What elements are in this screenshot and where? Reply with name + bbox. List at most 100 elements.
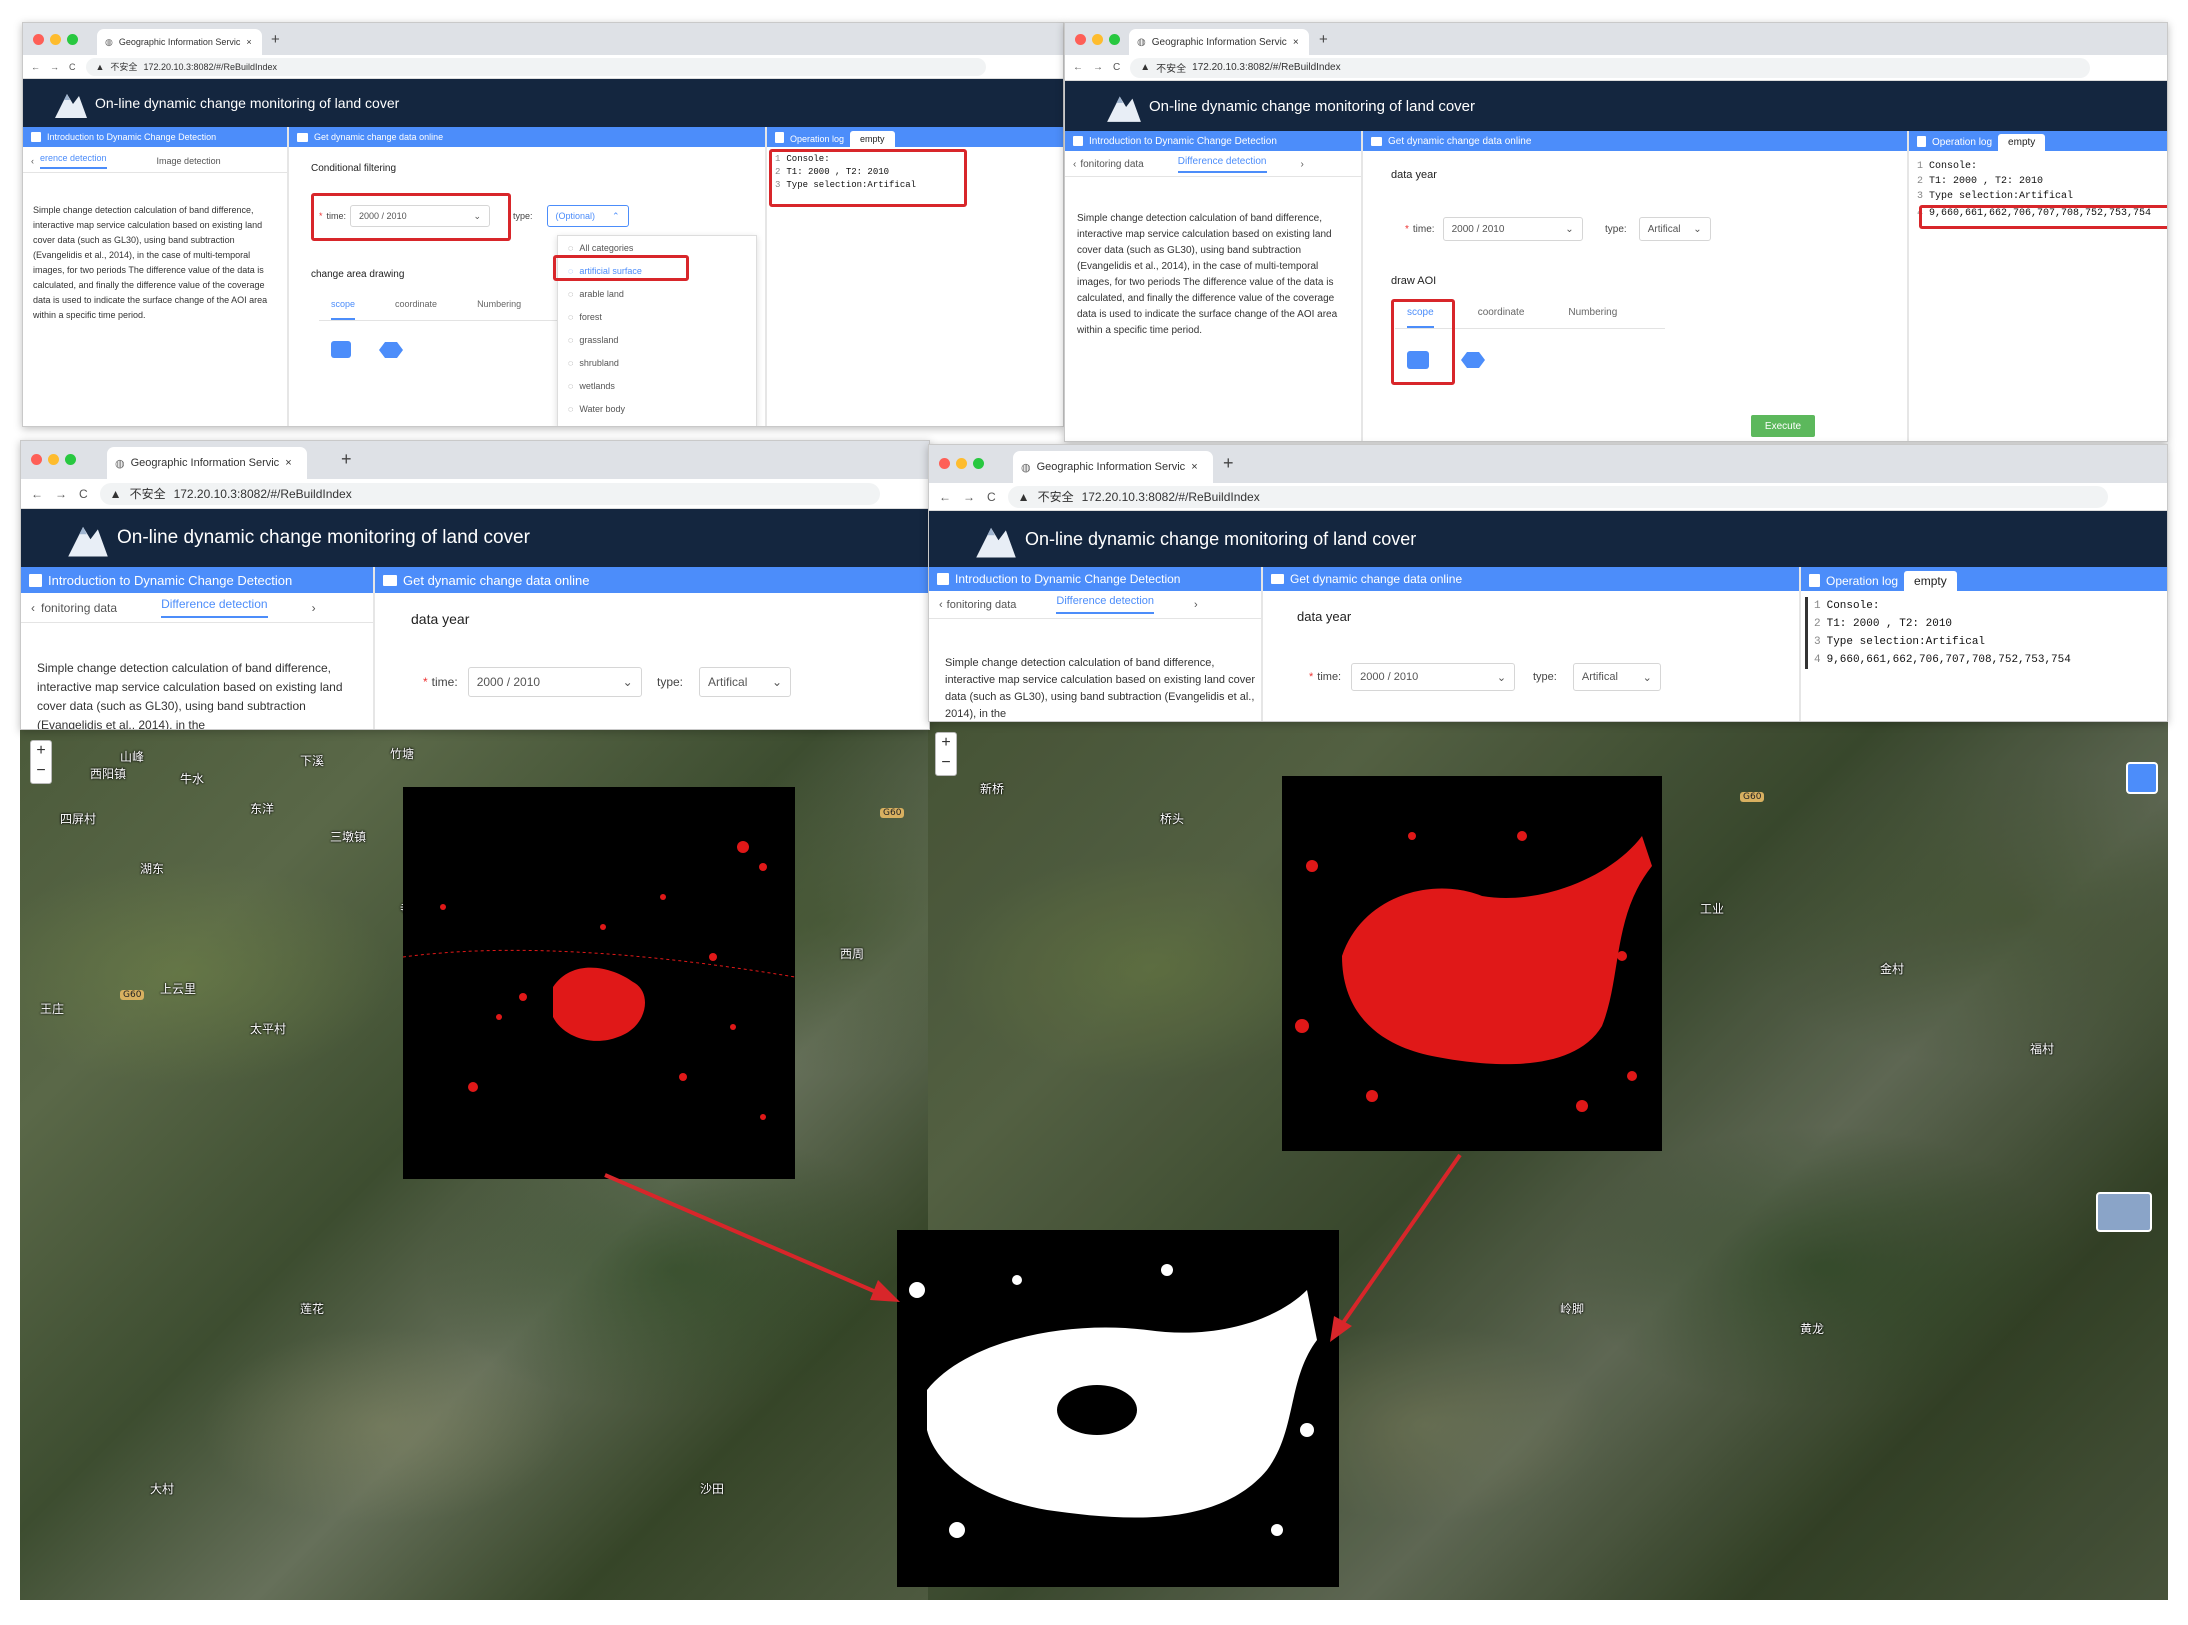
- tag-icon: ◌: [568, 357, 574, 368]
- tab-numbering[interactable]: Numbering: [1568, 307, 1617, 328]
- dropdown-option[interactable]: ◌tundra: [558, 420, 756, 426]
- type-select[interactable]: Artifical ⌄: [1638, 217, 1711, 241]
- close-tab-icon[interactable]: ×: [1293, 37, 1299, 48]
- zoom-in-icon[interactable]: +: [31, 741, 51, 761]
- url-field[interactable]: ▲ 不安全 172.20.10.3:8082/#/ReBuildIndex: [1130, 57, 2091, 78]
- dropdown-option[interactable]: ◌ wetlands: [558, 374, 756, 397]
- back-icon[interactable]: ←: [31, 62, 40, 72]
- forward-icon[interactable]: →: [50, 62, 59, 72]
- intro-description: Simple change detection calculation of b…: [945, 657, 1255, 720]
- intro-subtabs: ‹ fonitoring data Difference detection ›: [21, 593, 373, 623]
- zoom-out-icon[interactable]: −: [936, 753, 956, 773]
- tab-monitoring-data[interactable]: fonitoring data: [947, 599, 1017, 611]
- tab-coordinate[interactable]: coordinate: [1478, 307, 1525, 328]
- prev-tab-icon[interactable]: ‹: [31, 156, 34, 166]
- window-controls[interactable]: [1075, 34, 1120, 45]
- intro-description: Simple change detection calculation of b…: [33, 205, 268, 320]
- empty-button[interactable]: empty: [1904, 571, 1957, 591]
- chevron-down-icon: ⌄: [622, 675, 633, 689]
- globe-icon: ◍: [115, 457, 125, 470]
- grid-icon: [31, 132, 41, 142]
- time-select[interactable]: 2000 / 2010 ⌄: [467, 667, 642, 697]
- close-tab-icon[interactable]: ×: [285, 457, 291, 469]
- type-select[interactable]: Artifical ⌄: [1572, 663, 1661, 691]
- map-place-label: 湖东: [140, 862, 165, 876]
- close-tab-icon[interactable]: ×: [1191, 461, 1197, 473]
- new-tab-button[interactable]: +: [1319, 31, 1328, 48]
- tab-monitoring-data[interactable]: fonitoring data: [1080, 159, 1143, 170]
- browser-tab[interactable]: ◍ Geographic Information Servic ×: [107, 447, 307, 479]
- tab-monitoring-data[interactable]: fonitoring data: [41, 601, 117, 615]
- map-place-label: 西周: [840, 947, 865, 961]
- type-select[interactable]: (Optional) ⌃: [546, 205, 629, 227]
- forward-icon[interactable]: →: [1093, 62, 1103, 73]
- tab-difference-detection[interactable]: erence detection: [40, 153, 107, 169]
- change-area-red: [1295, 831, 1652, 1112]
- layer-switch-icon[interactable]: [2126, 762, 2158, 794]
- back-icon[interactable]: ←: [31, 487, 43, 501]
- reload-icon[interactable]: C: [987, 490, 996, 504]
- dropdown-option[interactable]: ◌ Water body: [558, 397, 756, 420]
- zoom-control-left[interactable]: + −: [30, 740, 52, 784]
- next-tab-icon[interactable]: ›: [312, 601, 316, 615]
- zoom-out-icon[interactable]: −: [31, 761, 51, 781]
- empty-button[interactable]: empty: [1998, 134, 2046, 151]
- window-controls[interactable]: [939, 458, 984, 469]
- intro-description: Simple change detection calculation of b…: [37, 661, 343, 730]
- tab-coordinate[interactable]: coordinate: [395, 299, 437, 320]
- time-select[interactable]: 2000 / 2010 ⌄: [1351, 663, 1516, 691]
- rectangle-draw-icon[interactable]: [331, 341, 351, 358]
- url-field[interactable]: ▲ 不安全 172.20.10.3:8082/#/ReBuildIndex: [85, 57, 986, 76]
- new-tab-button[interactable]: +: [341, 449, 352, 470]
- window-controls[interactable]: [31, 454, 76, 465]
- time-select[interactable]: 2000 / 2010 ⌄: [1442, 217, 1583, 241]
- execute-button[interactable]: Execute: [1751, 415, 1815, 437]
- browser-tab[interactable]: ◍ Geographic Information Servic ×: [97, 29, 262, 55]
- reload-icon[interactable]: C: [1113, 62, 1120, 73]
- browser-window-3: ◍ Geographic Information Servic × + ← → C ▲ 不…: [20, 440, 930, 730]
- browser-tab[interactable]: ◍ Geographic Information Servic ×: [1129, 29, 1309, 55]
- tab-image-detection[interactable]: Image detection: [157, 156, 221, 166]
- back-icon[interactable]: ←: [939, 490, 951, 504]
- url-field[interactable]: ▲ 不安全 172.20.10.3:8082/#/ReBuildIndex: [1007, 485, 2108, 508]
- dropdown-option[interactable]: ◌ arable land: [558, 282, 756, 305]
- grid-icon: [937, 573, 949, 585]
- window-controls[interactable]: [33, 34, 78, 45]
- prev-tab-icon[interactable]: ‹: [939, 599, 943, 611]
- next-tab-icon[interactable]: ›: [1301, 159, 1304, 170]
- url-field[interactable]: ▲ 不安全 172.20.10.3:8082/#/ReBuildIndex: [99, 482, 880, 505]
- polygon-draw-icon[interactable]: [1461, 352, 1485, 368]
- forward-icon[interactable]: →: [963, 490, 975, 504]
- tab-difference-detection[interactable]: Difference detection: [1056, 595, 1155, 614]
- document-icon: [775, 132, 784, 143]
- zoom-control-right[interactable]: + −: [935, 732, 957, 776]
- map-place-label: 竹塘: [390, 747, 415, 761]
- highlight-grid-ids: [1919, 205, 2167, 229]
- panel-divider: [1261, 567, 1263, 721]
- prev-tab-icon[interactable]: ‹: [1073, 159, 1076, 170]
- empty-button[interactable]: empty: [850, 131, 895, 147]
- polygon-draw-icon[interactable]: [379, 342, 403, 358]
- tab-difference-detection[interactable]: Difference detection: [161, 597, 268, 618]
- dropdown-option[interactable]: ◌ shrubland: [558, 351, 756, 374]
- dropdown-option[interactable]: ◌ forest: [558, 305, 756, 328]
- get-data-panel-header: Get dynamic change data online: [1363, 131, 1907, 151]
- reload-icon[interactable]: C: [79, 487, 88, 501]
- prev-tab-icon[interactable]: ‹: [31, 601, 35, 615]
- tab-difference-detection[interactable]: Difference detection: [1177, 156, 1267, 173]
- dropdown-option[interactable]: ◌ grassland: [558, 328, 756, 351]
- back-icon[interactable]: ←: [1073, 62, 1083, 73]
- type-select[interactable]: Artifical ⌄: [699, 667, 792, 697]
- road-shield-label: G60: [120, 990, 145, 1000]
- zoom-in-icon[interactable]: +: [936, 733, 956, 753]
- next-tab-icon[interactable]: ›: [1194, 599, 1198, 611]
- close-tab-icon[interactable]: ×: [246, 37, 251, 47]
- new-tab-button[interactable]: +: [1223, 453, 1234, 474]
- tab-numbering[interactable]: Numbering: [477, 299, 521, 320]
- reload-icon[interactable]: C: [69, 62, 76, 72]
- basemap-toggle-icon[interactable]: [2096, 1192, 2152, 1232]
- forward-icon[interactable]: →: [55, 487, 67, 501]
- tab-scope[interactable]: scope: [331, 299, 356, 320]
- browser-tab[interactable]: ◍ Geographic Information Servic ×: [1013, 451, 1213, 483]
- new-tab-button[interactable]: +: [271, 31, 280, 48]
